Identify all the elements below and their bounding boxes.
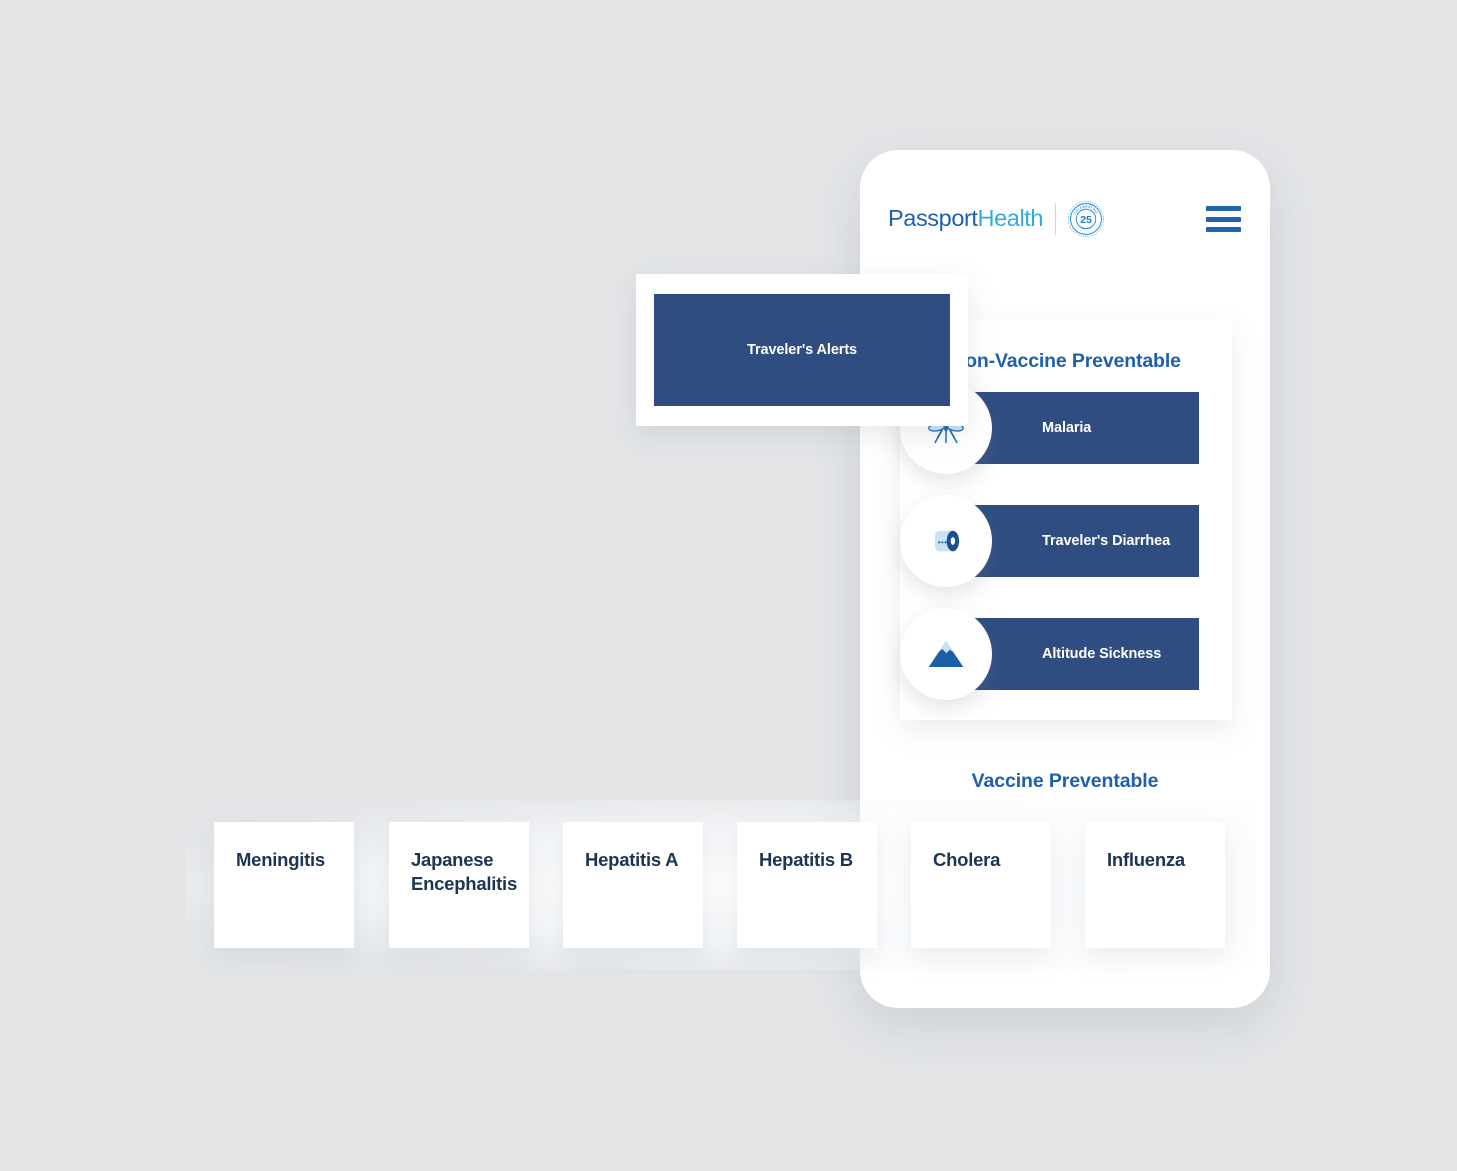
svg-text:25: 25 [1080,215,1092,226]
vaccine-card[interactable]: Hepatitis B [737,822,877,948]
row-label: Traveler's Diarrhea [1042,533,1171,549]
logo-word-passport: Passport [888,205,978,232]
vaccine-card[interactable]: Hepatitis A [563,822,703,948]
vaccine-preventable-title: Vaccine Preventable [971,770,1159,792]
hamburger-bar-2 [1206,216,1241,222]
vaccine-card-label: Cholera [933,849,1001,870]
non-vaccine-row[interactable]: Traveler's Diarrhea [900,495,1232,587]
vaccine-card-label: Hepatitis B [759,849,853,870]
vaccine-card[interactable]: Cholera [911,822,1051,948]
vaccine-card[interactable]: Meningitis [214,822,354,948]
hamburger-menu-icon[interactable] [1206,206,1241,232]
vaccine-card-label: Meningitis [236,849,325,870]
non-vaccine-row[interactable]: Altitude Sickness [900,608,1232,700]
hamburger-bar-1 [1206,206,1241,211]
vaccine-card-carousel: Meningitis Japanese Encephalitis Hepatit… [186,800,1256,970]
travelers-alerts-label: Traveler's Alerts [746,342,858,358]
row-icon-circle [900,495,992,587]
mountain-icon [928,641,964,667]
composition-stage: PassportHealth CELEBRATING YEARS 25 Non-… [0,0,1457,1171]
row-label: Malaria [1042,420,1092,436]
logo-divider [1055,203,1057,235]
vaccine-card[interactable]: Influenza [1085,822,1225,948]
passport-health-logo[interactable]: PassportHealth CELEBRATING YEARS 25 [888,200,1105,238]
travelers-alerts-card[interactable]: Traveler's Alerts [636,274,968,426]
app-header: PassportHealth CELEBRATING YEARS 25 [860,150,1270,278]
logo-wordmark: PassportHealth [888,207,1043,231]
toilet-paper-icon [935,530,960,552]
vaccine-card-label: Hepatitis A [585,849,679,870]
hamburger-bar-3 [1206,227,1241,232]
row-icon-circle [900,608,992,700]
non-vaccine-row-list: Malaria Traveler's Diarrhea Altitude Sic… [900,382,1232,700]
vaccine-card-label: Japanese Encephalitis [411,849,517,894]
vaccine-card[interactable]: Japanese Encephalitis [389,822,529,948]
travelers-alerts-inner-box: Traveler's Alerts [654,294,950,406]
logo-word-health: Health [977,205,1044,232]
vaccine-card-label: Influenza [1107,849,1185,870]
anniversary-badge-icon: CELEBRATING YEARS 25 [1067,200,1105,238]
row-label: Altitude Sickness [1042,646,1162,662]
